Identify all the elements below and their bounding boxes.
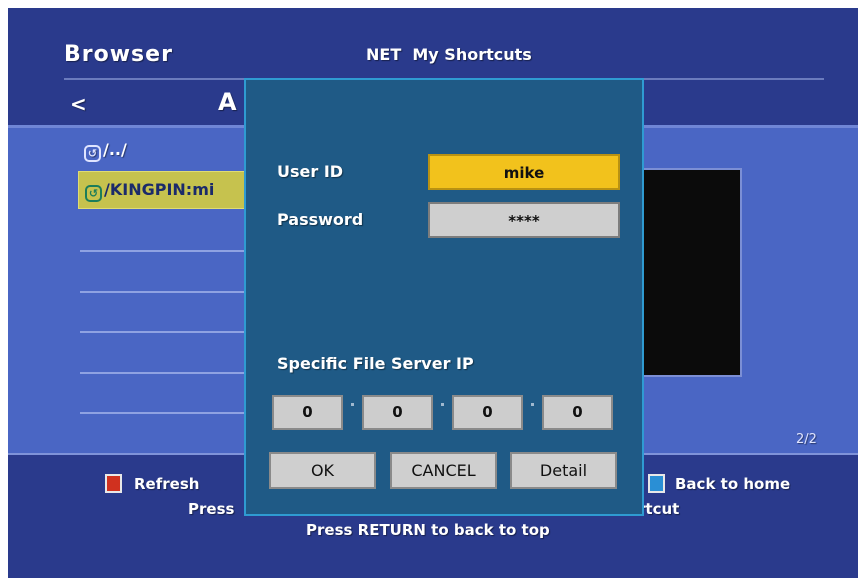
preview-pane <box>638 168 742 377</box>
app-title: Browser <box>64 42 173 67</box>
ip-octet-3[interactable]: 0 <box>452 395 523 430</box>
ip-octet-1[interactable]: 0 <box>272 395 343 430</box>
list-item-label: /../ <box>103 140 127 159</box>
password-label: Password <box>277 210 364 229</box>
page-indicator: 2/2 <box>796 432 817 447</box>
shortcut-hint-partial: rtcut <box>638 500 680 518</box>
list-item-parent[interactable]: ↺/../ <box>84 140 127 162</box>
login-dialog: User ID mike Password **** Specific File… <box>244 78 644 516</box>
section-title: NET My Shortcuts <box>366 45 532 64</box>
ip-separator <box>531 403 534 406</box>
return-hint: Press RETURN to back to top <box>306 521 550 539</box>
list-item-selected[interactable]: ↺/KINGPIN:mi <box>78 171 248 209</box>
back-home-label: Back to home <box>675 475 791 493</box>
detail-button[interactable]: Detail <box>510 452 617 489</box>
refresh-label: Refresh <box>134 475 200 493</box>
prev-arrow-icon[interactable]: < <box>70 92 87 116</box>
password-field[interactable]: **** <box>428 202 620 238</box>
ip-octet-4[interactable]: 0 <box>542 395 613 430</box>
user-id-field[interactable]: mike <box>428 154 620 190</box>
ip-separator <box>351 403 354 406</box>
blue-key-icon[interactable] <box>648 474 665 493</box>
user-id-label: User ID <box>277 162 344 181</box>
shortcut-icon: ↺ <box>84 145 101 162</box>
tv-screen: Browser NET My Shortcuts < A ↺/../ ↺/KIN… <box>8 8 858 578</box>
cancel-button[interactable]: CANCEL <box>390 452 497 489</box>
location-label: A <box>218 88 237 116</box>
shortcut-icon: ↺ <box>85 185 102 202</box>
list-item-label: /KINGPIN:mi <box>104 180 215 199</box>
ok-button[interactable]: OK <box>269 452 376 489</box>
press-hint-partial: Press <box>188 500 235 518</box>
ip-octet-2[interactable]: 0 <box>362 395 433 430</box>
server-ip-label: Specific File Server IP <box>277 354 474 373</box>
ip-separator <box>441 403 444 406</box>
red-key-icon[interactable] <box>105 474 122 493</box>
